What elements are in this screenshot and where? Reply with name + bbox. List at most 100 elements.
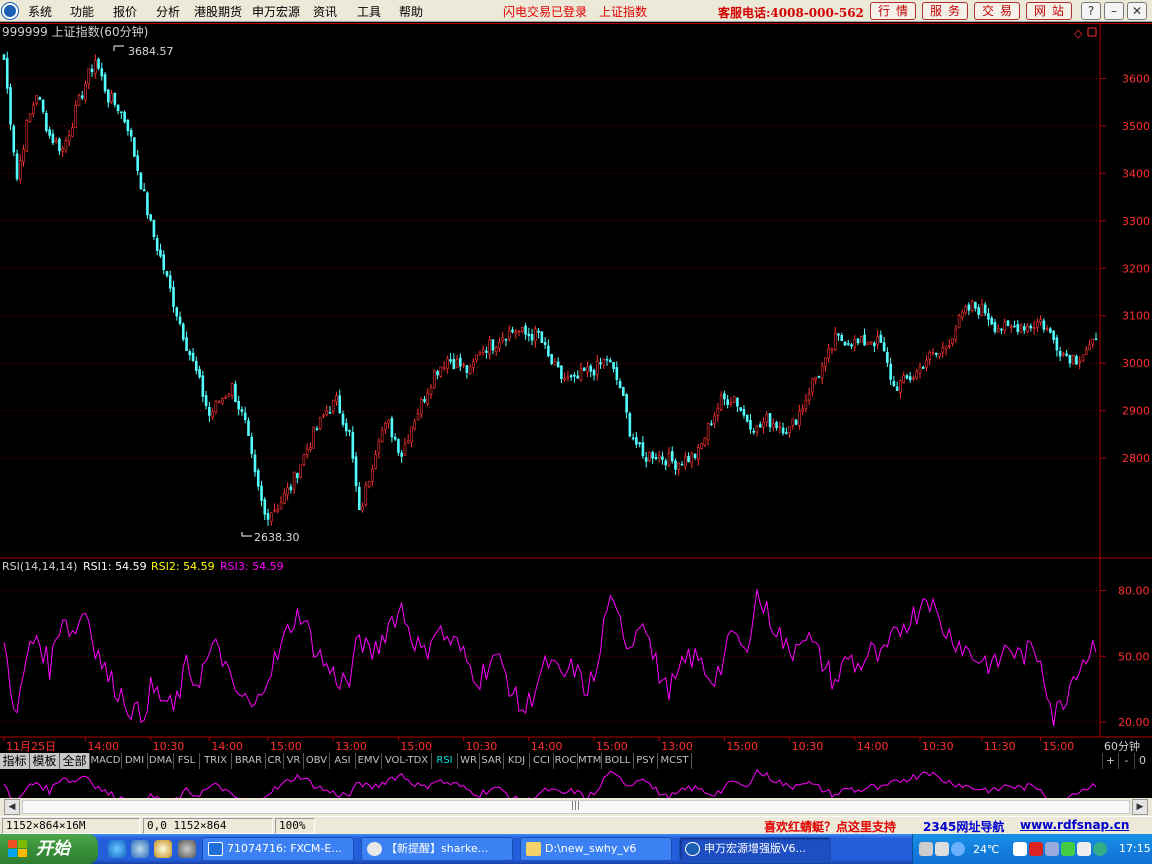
shield-icon[interactable] bbox=[1093, 842, 1107, 856]
indicator-tab-指标[interactable]: 指标 bbox=[0, 753, 30, 769]
scroll-track[interactable]: ||| bbox=[22, 800, 1130, 814]
rsi3-value: RSI3: 54.59 bbox=[220, 560, 284, 573]
candle-body bbox=[400, 452, 403, 457]
indicator-tab-dmi[interactable]: DMI bbox=[122, 753, 148, 769]
corner-icons[interactable]: ◇ bbox=[1074, 27, 1097, 40]
candle-body bbox=[302, 454, 306, 465]
task-swhy-app[interactable]: 申万宏源增强版V6... bbox=[679, 837, 831, 861]
task-fxcm[interactable]: 71074716: FXCM-E... bbox=[202, 837, 354, 861]
indicator-tab-psy[interactable]: PSY bbox=[634, 753, 658, 769]
candle-body bbox=[1062, 353, 1065, 356]
candle-body bbox=[553, 360, 557, 366]
weather-cloud-icon[interactable] bbox=[951, 842, 965, 856]
task-browser[interactable]: 【新提醒】sharke... bbox=[361, 837, 513, 861]
menu-news[interactable]: 资讯 bbox=[313, 3, 337, 20]
indicator-tab-vol-tdx[interactable]: VOL-TDX bbox=[382, 753, 432, 769]
candle-body bbox=[77, 95, 81, 107]
browser2-icon[interactable] bbox=[131, 840, 149, 858]
task-folder[interactable]: D:\new_swhy_v6 bbox=[520, 837, 672, 861]
tab-control-zero-button[interactable]: 0 bbox=[1134, 753, 1150, 769]
start-button[interactable]: 开始 bbox=[0, 834, 98, 864]
indicator-tab-asi[interactable]: ASI bbox=[330, 753, 356, 769]
candle-body bbox=[791, 418, 795, 426]
indicator-tab-vr[interactable]: VR bbox=[284, 753, 304, 769]
candle-body bbox=[485, 350, 488, 353]
indicator-tab-kdj[interactable]: KDJ bbox=[504, 753, 530, 769]
nav-trade-button[interactable]: 交易 bbox=[974, 2, 1020, 20]
candle-body bbox=[374, 454, 377, 469]
indicator-tab-boll[interactable]: BOLL bbox=[602, 753, 634, 769]
indicator-tab-roc[interactable]: ROC bbox=[554, 753, 578, 769]
candle-body bbox=[534, 328, 537, 342]
menu-quote[interactable]: 报价 bbox=[113, 3, 137, 20]
tab-control-minus-button[interactable]: - bbox=[1118, 753, 1134, 769]
candle-body bbox=[110, 93, 113, 103]
scroll-left-arrow-icon[interactable]: ◀ bbox=[4, 799, 20, 815]
candle-body bbox=[1019, 325, 1023, 333]
input-method-icon[interactable] bbox=[1013, 842, 1027, 856]
indicator-tab-mcst[interactable]: MCST bbox=[658, 753, 692, 769]
horizontal-scrollbar[interactable]: ◀ ||| ▶ bbox=[0, 798, 1152, 816]
menu-tools[interactable]: 工具 bbox=[357, 3, 381, 20]
candle-body bbox=[139, 172, 143, 190]
candle-body bbox=[664, 460, 668, 466]
rdfsnap-link[interactable]: www.rdfsnap.cn bbox=[1020, 818, 1129, 832]
app-launcher-icon[interactable] bbox=[154, 840, 172, 858]
red-cross-icon[interactable] bbox=[1029, 842, 1043, 856]
scroll-right-arrow-icon[interactable]: ▶ bbox=[1132, 799, 1148, 815]
menu-swhy[interactable]: 申万宏源 bbox=[252, 3, 300, 20]
security-icon[interactable] bbox=[1061, 842, 1075, 856]
menu-function[interactable]: 功能 bbox=[70, 3, 94, 20]
indicator-tab-cr[interactable]: CR bbox=[266, 753, 284, 769]
stock-chart[interactable]: 2800 2900 3000 3100 3200 3300 3400 3500 3600 20.… bbox=[0, 23, 1152, 753]
menu-system[interactable]: 系统 bbox=[28, 3, 52, 20]
candle-body bbox=[377, 440, 381, 454]
indicator-tab-rsi[interactable]: RSI bbox=[432, 753, 458, 769]
nav-website-button[interactable]: 网站 bbox=[1026, 2, 1072, 20]
indicator-tab-brar[interactable]: BRAR bbox=[232, 753, 266, 769]
nav-2345-link[interactable]: 2345网址导航 bbox=[923, 818, 1004, 835]
indicator-tab-mtm[interactable]: MTM bbox=[578, 753, 602, 769]
menu-analysis[interactable]: 分析 bbox=[156, 3, 180, 20]
indicator-tab-cci[interactable]: CCI bbox=[530, 753, 554, 769]
candle-body bbox=[563, 378, 566, 381]
indicator-tab-wr[interactable]: WR bbox=[458, 753, 480, 769]
nav-service-button[interactable]: 服务 bbox=[922, 2, 968, 20]
indicator-tab-dma[interactable]: DMA bbox=[148, 753, 174, 769]
indicator-tab-emv[interactable]: EMV bbox=[356, 753, 382, 769]
ie-browser-icon[interactable] bbox=[108, 840, 126, 858]
menu-help[interactable]: 帮助 bbox=[399, 3, 423, 20]
volume-icon[interactable] bbox=[1077, 842, 1091, 856]
menu-hk-futures[interactable]: 港股期货 bbox=[194, 3, 242, 20]
period-tag[interactable]: 60分钟 bbox=[1104, 739, 1140, 753]
tab-control-plus-button[interactable]: + bbox=[1102, 753, 1118, 769]
candle-body bbox=[677, 462, 681, 470]
candle-body bbox=[569, 375, 573, 378]
indicator-tab-macd[interactable]: MACD bbox=[90, 753, 122, 769]
candle-body bbox=[387, 419, 390, 424]
promo-link[interactable]: 喜欢红蜻蜓？点这里支持 bbox=[764, 818, 896, 835]
candle-body bbox=[948, 345, 951, 347]
indicator-tab-模板[interactable]: 模板 bbox=[30, 753, 60, 769]
tray-tool-icon[interactable] bbox=[935, 842, 949, 856]
indicator-tab-全部[interactable]: 全部 bbox=[60, 753, 90, 769]
indicator-tab-trix[interactable]: TRIX bbox=[200, 753, 232, 769]
nav-market-button[interactable]: 行情 bbox=[870, 2, 916, 20]
stock-app-icon[interactable] bbox=[178, 840, 196, 858]
network-icon[interactable] bbox=[1045, 842, 1059, 856]
close-button[interactable]: ✕ bbox=[1127, 2, 1147, 20]
candle-body bbox=[32, 104, 35, 114]
candle-body bbox=[843, 341, 847, 346]
minimize-button[interactable]: – bbox=[1104, 2, 1124, 20]
candle-body bbox=[527, 333, 531, 337]
indicator-tab-obv[interactable]: OBV bbox=[304, 753, 330, 769]
keyboard-icon[interactable] bbox=[919, 842, 933, 856]
app-logo-icon[interactable] bbox=[2, 3, 18, 19]
indicator-tab-sar[interactable]: SAR bbox=[480, 753, 504, 769]
indicator-tab-fsl[interactable]: FSL bbox=[174, 753, 200, 769]
candle-body bbox=[1049, 328, 1052, 333]
scroll-grip-icon[interactable]: ||| bbox=[571, 801, 580, 811]
candle-body bbox=[931, 352, 935, 354]
help-button[interactable]: ? bbox=[1081, 2, 1101, 20]
candle-body bbox=[87, 68, 91, 85]
